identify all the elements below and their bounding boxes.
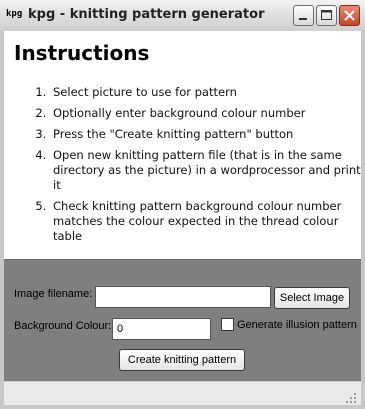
instruction-step: Optionally enter background colour numbe… [50, 106, 365, 121]
image-filename-label: Image filename: [14, 288, 93, 300]
status-bar [4, 381, 361, 406]
form-panel: Image filename: Select Image Background … [4, 259, 361, 382]
window-title: kpg - knitting pattern generator [28, 7, 265, 22]
close-icon [344, 10, 355, 21]
illusion-pattern-label[interactable]: Generate illusion pattern [237, 319, 357, 331]
minimize-icon [299, 18, 307, 20]
instruction-step: Select picture to use for pattern [50, 85, 365, 100]
instructions-list: Select picture to use for pattern Option… [26, 85, 365, 250]
instruction-step: Open new knitting pattern file (that is … [50, 148, 365, 193]
background-colour-input[interactable] [112, 318, 211, 340]
app-icon: kpg [6, 9, 23, 19]
illusion-pattern-checkbox[interactable] [221, 318, 234, 331]
select-image-button[interactable]: Select Image [274, 287, 350, 309]
create-pattern-button[interactable]: Create knitting pattern [119, 349, 245, 371]
maximize-icon [321, 10, 332, 20]
resize-grip-icon[interactable] [345, 392, 357, 404]
instructions-heading: Instructions [14, 41, 150, 65]
minimize-button[interactable] [293, 5, 314, 26]
app-window: kpg kpg - knitting pattern generator Ins… [0, 0, 365, 409]
title-bar[interactable]: kpg kpg - knitting pattern generator [0, 0, 365, 32]
background-colour-label: Background Colour: [14, 320, 112, 332]
maximize-button[interactable] [316, 5, 337, 26]
instruction-step: Press the "Create knitting pattern" butt… [50, 127, 365, 142]
instruction-step: Check knitting pattern background colour… [50, 199, 365, 244]
image-filename-input[interactable] [95, 286, 271, 308]
window-frame-bottom [0, 405, 365, 409]
instructions-panel: Instructions Select picture to use for p… [4, 31, 361, 259]
close-button[interactable] [339, 5, 360, 26]
